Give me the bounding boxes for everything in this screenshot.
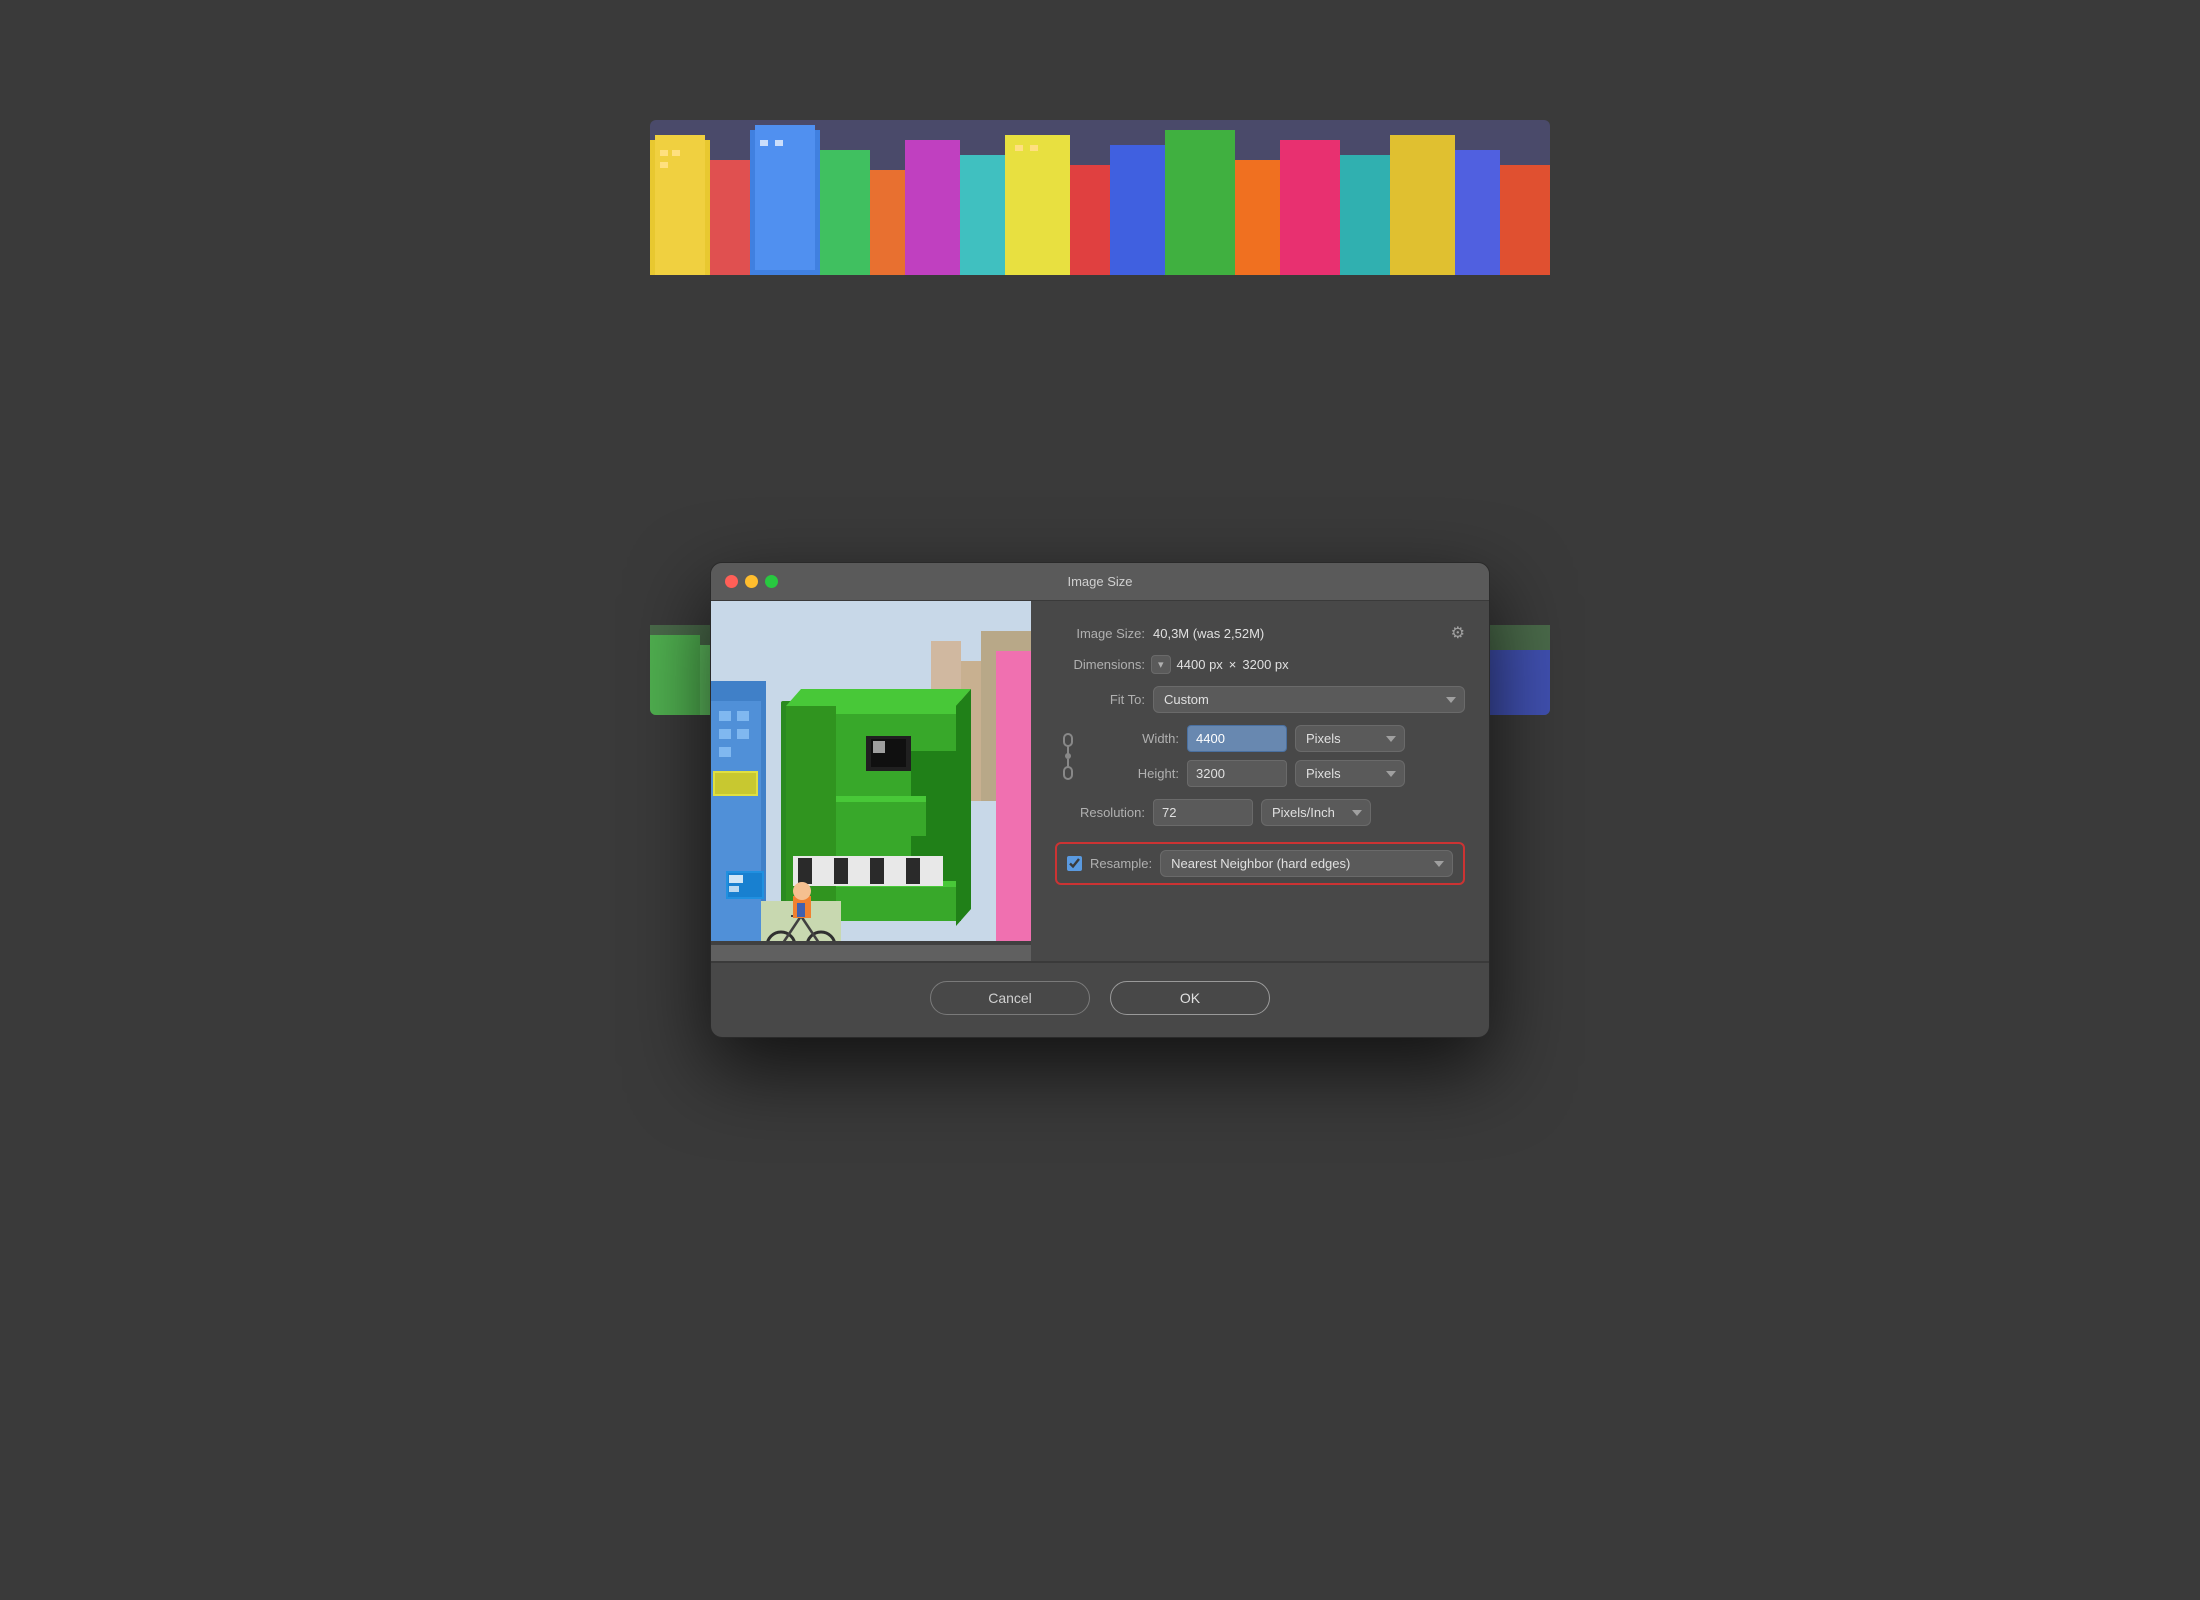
- height-unit-select[interactable]: Pixels Inches Centimeters Millimeters Po…: [1295, 760, 1405, 787]
- image-preview: [711, 601, 1031, 961]
- resample-label: Resample:: [1090, 856, 1152, 871]
- dimensions-cross: ×: [1229, 657, 1237, 672]
- image-size-dialog: Image Size: [710, 562, 1490, 1038]
- button-row: Cancel OK: [711, 962, 1489, 1037]
- traffic-lights: [725, 575, 778, 588]
- image-size-value: 40,3M (was 2,52M): [1153, 626, 1264, 641]
- width-label: Width:: [1089, 731, 1179, 746]
- dialog-title: Image Size: [1067, 574, 1132, 589]
- wh-section: Width: Pixels Inches Centimeters Millime…: [1055, 725, 1465, 787]
- width-row: Width: Pixels Inches Centimeters Millime…: [1089, 725, 1465, 752]
- link-icon-area: [1055, 725, 1089, 787]
- minimize-button[interactable]: [745, 575, 758, 588]
- close-button[interactable]: [725, 575, 738, 588]
- width-input[interactable]: [1187, 725, 1287, 752]
- dimensions-dropdown[interactable]: ▾: [1151, 655, 1171, 674]
- title-bar: Image Size: [711, 563, 1489, 601]
- height-input[interactable]: [1187, 760, 1287, 787]
- image-size-label: Image Size:: [1055, 626, 1145, 641]
- gear-button[interactable]: ⚙: [1451, 623, 1465, 643]
- dimensions-height: 3200 px: [1242, 657, 1288, 672]
- height-label: Height:: [1089, 766, 1179, 781]
- fit-to-label: Fit To:: [1055, 692, 1145, 707]
- resample-checkbox[interactable]: [1067, 856, 1082, 871]
- controls-panel: Image Size: 40,3M (was 2,52M) ⚙ Dimensio…: [1031, 601, 1489, 961]
- dimensions-width: 4400 px: [1177, 657, 1223, 672]
- resample-row: Resample: Nearest Neighbor (hard edges) …: [1055, 842, 1465, 885]
- fit-to-select[interactable]: Custom Original Size Letter Tabloid A4 A…: [1153, 686, 1465, 713]
- resolution-unit-select[interactable]: Pixels/Inch Pixels/Centimeter: [1261, 799, 1371, 826]
- maximize-button[interactable]: [765, 575, 778, 588]
- dimensions-label: Dimensions:: [1055, 657, 1145, 672]
- wh-fields: Width: Pixels Inches Centimeters Millime…: [1089, 725, 1465, 787]
- width-unit-select[interactable]: Pixels Inches Centimeters Millimeters Po…: [1295, 725, 1405, 752]
- preview-svg: [711, 601, 1031, 961]
- resolution-label: Resolution:: [1055, 805, 1145, 820]
- height-row: Height: Pixels Inches Centimeters Millim…: [1089, 760, 1465, 787]
- dimensions-row: Dimensions: ▾ 4400 px × 3200 px: [1055, 655, 1465, 674]
- city-top-strip: [650, 120, 1550, 275]
- resolution-row: Resolution: Pixels/Inch Pixels/Centimete…: [1055, 799, 1465, 826]
- city-top-svg: [650, 120, 1550, 275]
- dimensions-dropdown-icon: ▾: [1158, 658, 1164, 671]
- dialog-body: Image Size: 40,3M (was 2,52M) ⚙ Dimensio…: [711, 601, 1489, 961]
- resample-select[interactable]: Nearest Neighbor (hard edges) Bilinear B…: [1160, 850, 1453, 877]
- fit-to-row: Fit To: Custom Original Size Letter Tabl…: [1055, 686, 1465, 713]
- cancel-button[interactable]: Cancel: [930, 981, 1090, 1015]
- ok-button[interactable]: OK: [1110, 981, 1270, 1015]
- image-size-row: Image Size: 40,3M (was 2,52M) ⚙: [1055, 623, 1465, 643]
- resolution-input[interactable]: [1153, 799, 1253, 826]
- link-chain-icon: [1057, 730, 1079, 782]
